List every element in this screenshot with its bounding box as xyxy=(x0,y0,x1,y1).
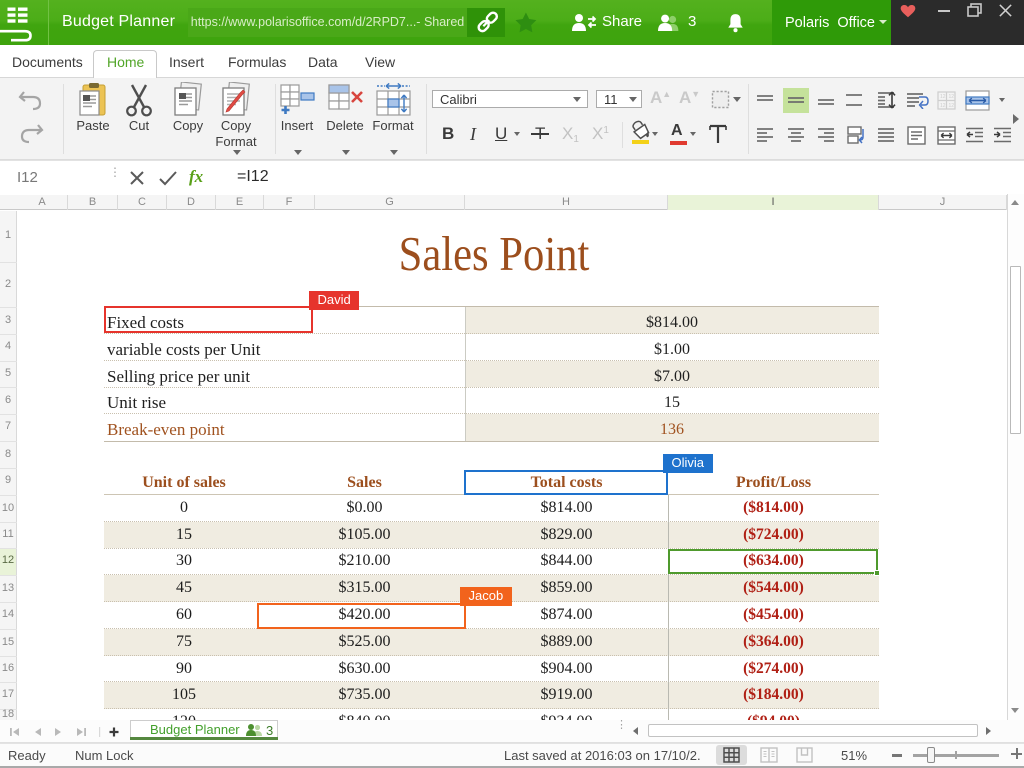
svg-text:12: 12 xyxy=(940,103,946,109)
svg-text:12: 12 xyxy=(949,94,955,100)
svg-text:12: 12 xyxy=(940,94,946,100)
svg-text:12: 12 xyxy=(949,103,955,109)
